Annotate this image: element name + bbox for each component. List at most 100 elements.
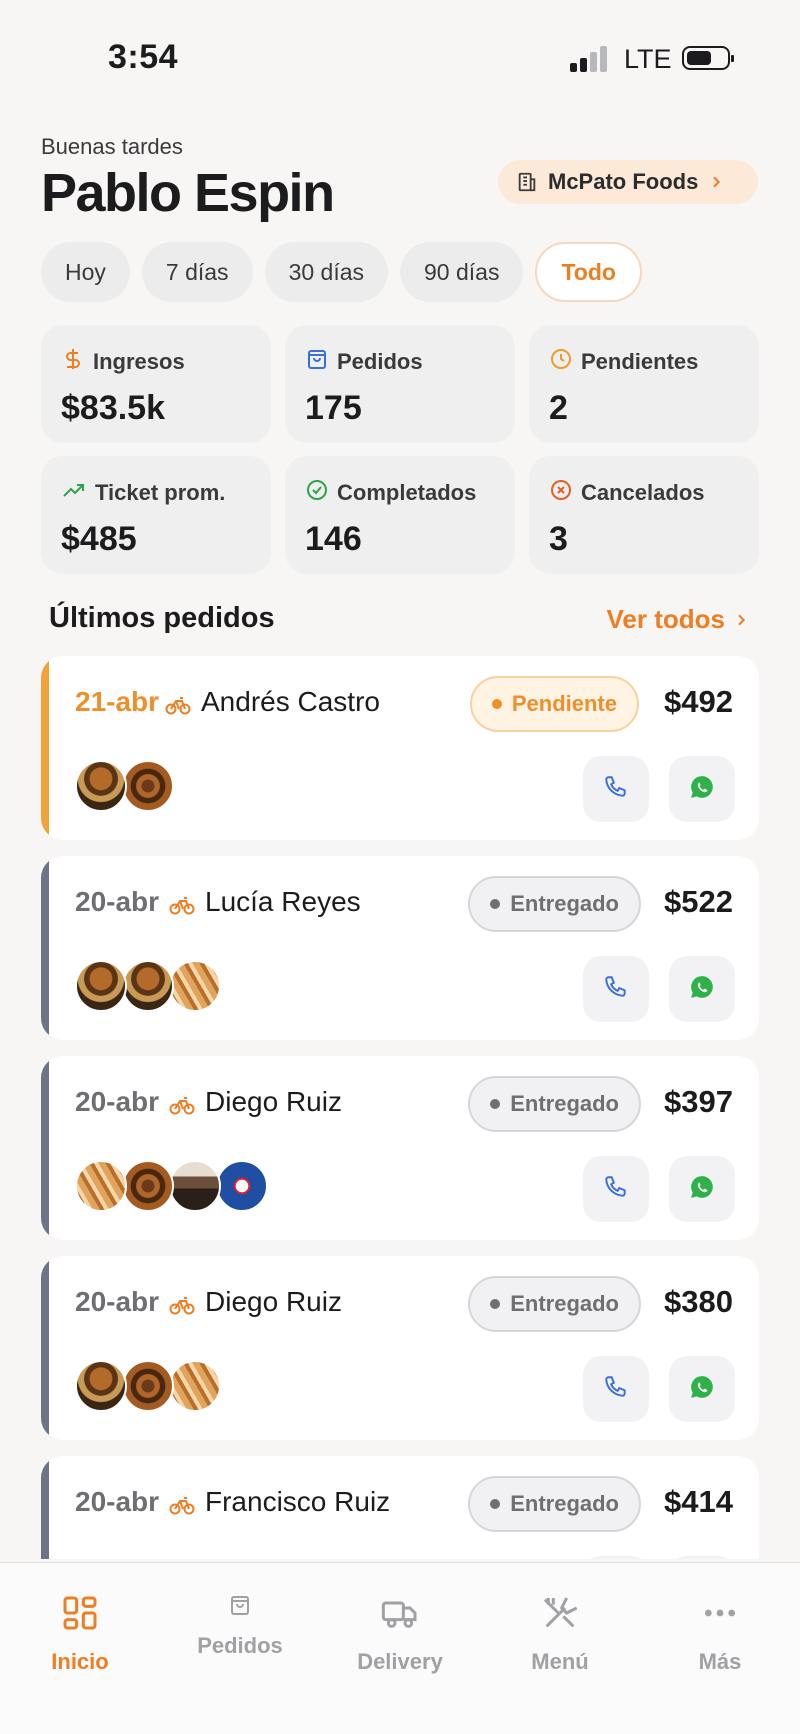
item-thumbnail	[122, 1160, 174, 1212]
item-thumbnail	[75, 960, 127, 1012]
stat-value: 175	[305, 389, 362, 427]
stat-value: $485	[61, 520, 137, 558]
order-card[interactable]: 21-abr Andrés Castro Pendiente $492	[41, 656, 759, 840]
bike-icon	[169, 894, 195, 921]
call-button[interactable]	[583, 1356, 649, 1422]
call-button[interactable]	[583, 1156, 649, 1222]
order-date: 20-abr	[75, 1086, 160, 1117]
tab-delivery[interactable]: Delivery	[330, 1593, 470, 1675]
check-circle-icon	[305, 478, 329, 508]
order-date: 20-abr	[75, 1286, 160, 1317]
trending-up-icon	[61, 478, 87, 508]
item-thumbnail	[169, 1160, 221, 1212]
status-badge: Entregado	[468, 1076, 641, 1132]
order-card[interactable]: 20-abr Lucía Reyes Entregado $522	[41, 856, 759, 1040]
status-label: Entregado	[510, 1091, 619, 1116]
status-label: Pendiente	[511, 691, 617, 716]
chevron-right-icon	[713, 176, 721, 188]
bike-icon	[169, 1494, 195, 1521]
item-thumbnail	[122, 760, 174, 812]
bike-icon	[169, 1094, 195, 1121]
stat-label: Ingresos	[93, 349, 185, 374]
tab-label: Pedidos	[197, 1633, 283, 1658]
phone-icon	[603, 974, 629, 1005]
whatsapp-button[interactable]	[669, 956, 735, 1022]
stats-grid: Ingresos $83.5k Pedidos 175 Pendientes 2 Ticke…	[41, 325, 759, 574]
call-button[interactable]	[583, 956, 649, 1022]
whatsapp-icon	[689, 1374, 715, 1405]
stat-value: $83.5k	[61, 389, 165, 427]
status-badge: Entregado	[468, 1276, 641, 1332]
call-button[interactable]	[583, 756, 649, 822]
status-bar-accent	[41, 1256, 49, 1440]
truck-icon	[379, 1593, 421, 1639]
status-bar-accent	[41, 856, 49, 1040]
status-time: 3:54	[108, 38, 179, 76]
stat-label: Pedidos	[337, 349, 423, 374]
tab-ms[interactable]: Más	[650, 1593, 790, 1675]
order-amount: $522	[664, 884, 733, 919]
stat-header: Completados	[305, 478, 495, 508]
filter-label: Hoy	[65, 258, 106, 285]
order-date: 21-abr	[75, 686, 160, 717]
status-label: Entregado	[510, 891, 619, 916]
filter-chip[interactable]: 30 días	[264, 242, 389, 302]
order-card[interactable]: 20-abr Diego Ruiz Entregado $397	[41, 1056, 759, 1240]
tab-label: Delivery	[357, 1649, 443, 1674]
item-thumbnail	[75, 760, 127, 812]
stat-card: Ingresos $83.5k	[41, 325, 271, 443]
stat-value: 2	[549, 389, 568, 427]
building-icon	[518, 172, 536, 192]
bike-icon	[169, 1294, 195, 1321]
stat-label: Completados	[337, 480, 477, 505]
status-dot	[490, 1099, 501, 1109]
status-badge: Entregado	[468, 1476, 641, 1532]
stat-card: Completados 146	[285, 456, 515, 574]
item-thumbnail	[122, 960, 174, 1012]
item-thumbnail	[169, 1360, 221, 1412]
order-date: 20-abr	[75, 1486, 160, 1517]
user-name: Pablo Espin	[41, 163, 335, 223]
filter-chip[interactable]: Todo	[535, 242, 642, 302]
filter-chip[interactable]: Hoy	[41, 242, 130, 302]
stat-value: 146	[305, 520, 362, 558]
whatsapp-button[interactable]	[669, 1156, 735, 1222]
filter-chip[interactable]: 7 días	[141, 242, 253, 302]
business-selector[interactable]: McPato Foods	[498, 160, 758, 204]
see-all-link[interactable]: Ver todos	[607, 604, 749, 635]
bike-icon	[165, 694, 191, 721]
filter-chip[interactable]: 90 días	[400, 242, 524, 302]
customer-name: Francisco Ruiz	[205, 1486, 391, 1517]
call-button[interactable]	[583, 1556, 649, 1559]
order-amount: $380	[664, 1284, 733, 1319]
whatsapp-button[interactable]	[669, 1356, 735, 1422]
order-card[interactable]: 20-abr Francisco Ruiz Entregado $414	[41, 1456, 759, 1559]
order-card[interactable]: 20-abr Diego Ruiz Entregado $380	[41, 1256, 759, 1440]
stat-card: Cancelados 3	[529, 456, 759, 574]
stat-label: Pendientes	[581, 349, 699, 374]
whatsapp-icon	[689, 1174, 715, 1205]
whatsapp-button[interactable]	[669, 1556, 735, 1559]
status-bar-accent	[41, 1456, 49, 1559]
utensils-icon	[540, 1593, 580, 1639]
stat-header: Pedidos	[305, 347, 495, 377]
tab-men[interactable]: Menú	[490, 1593, 630, 1675]
customer-name: Andrés Castro	[201, 686, 380, 717]
tab-label: Más	[698, 1649, 742, 1674]
filter-label: 7 días	[165, 258, 229, 285]
status-bar: 3:54 LTE	[0, 0, 800, 110]
stat-label: Ticket prom.	[95, 480, 226, 505]
whatsapp-button[interactable]	[669, 756, 735, 822]
order-date: 20-abr	[75, 886, 160, 917]
phone-icon	[603, 774, 629, 805]
item-thumbnail	[75, 1360, 127, 1412]
tab-inicio[interactable]: Inicio	[10, 1593, 150, 1675]
x-circle-icon	[549, 478, 573, 508]
status-badge: Entregado	[468, 876, 641, 932]
tab-pedidos[interactable]: Pedidos	[170, 1593, 310, 1659]
network-label: LTE	[624, 44, 672, 74]
chevron-right-icon	[738, 614, 746, 625]
stat-header: Pendientes	[549, 347, 739, 377]
stat-card: Ticket prom. $485	[41, 456, 271, 574]
recent-orders-header: Últimos pedidos Ver todos	[49, 602, 749, 642]
